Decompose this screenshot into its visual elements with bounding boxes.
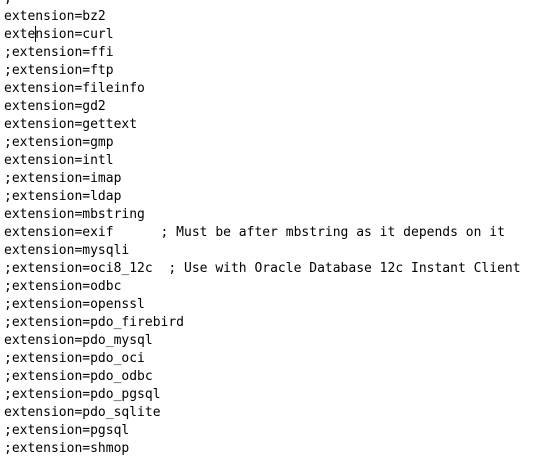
editor-line[interactable]: ;extension=ftp xyxy=(4,62,521,80)
editor-line[interactable]: ;extension=pdo_pgsql xyxy=(4,386,521,404)
editor-line[interactable]: extension=gd2 xyxy=(4,98,521,116)
editor-line[interactable]: extension=gettext xyxy=(4,116,521,134)
text-editor[interactable]: ; extension=bz2 extension=curl ;extensio… xyxy=(0,0,555,473)
editor-line[interactable]: ;extension=odbc xyxy=(4,278,521,296)
editor-line[interactable]: ;extension=ldap xyxy=(4,188,521,206)
editor-line[interactable]: ; xyxy=(4,0,521,8)
editor-line[interactable]: ;extension=imap xyxy=(4,170,521,188)
editor-lines: ; extension=bz2 extension=curl ;extensio… xyxy=(4,0,521,458)
editor-line[interactable]: ;extension=gmp xyxy=(4,134,521,152)
editor-line[interactable]: extension=pdo_sqlite xyxy=(4,404,521,422)
editor-line[interactable]: extension=fileinfo xyxy=(4,80,521,98)
editor-line[interactable]: extension=mysqli xyxy=(4,242,521,260)
editor-line[interactable]: extension=pdo_mysql xyxy=(4,332,521,350)
editor-line[interactable]: ;extension=ffi xyxy=(4,44,521,62)
editor-line[interactable]: ;extension=pdo_oci xyxy=(4,350,521,368)
editor-line[interactable]: ;extension=shmop xyxy=(4,440,521,458)
editor-line[interactable]: ;extension=pdo_odbc xyxy=(4,368,521,386)
editor-line[interactable]: ;extension=oci8_12c ; Use with Oracle Da… xyxy=(4,260,521,278)
editor-line[interactable]: ;extension=pgsql xyxy=(4,422,521,440)
editor-line[interactable]: extension=curl xyxy=(4,26,521,44)
editor-line[interactable]: extension=mbstring xyxy=(4,206,521,224)
editor-line[interactable]: extension=intl xyxy=(4,152,521,170)
editor-line[interactable]: extension=exif ; Must be after mbstring … xyxy=(4,224,521,242)
text-caret xyxy=(35,26,36,42)
editor-line[interactable]: ;extension=pdo_firebird xyxy=(4,314,521,332)
editor-line[interactable]: ;extension=openssl xyxy=(4,296,521,314)
editor-line[interactable]: extension=bz2 xyxy=(4,8,521,26)
